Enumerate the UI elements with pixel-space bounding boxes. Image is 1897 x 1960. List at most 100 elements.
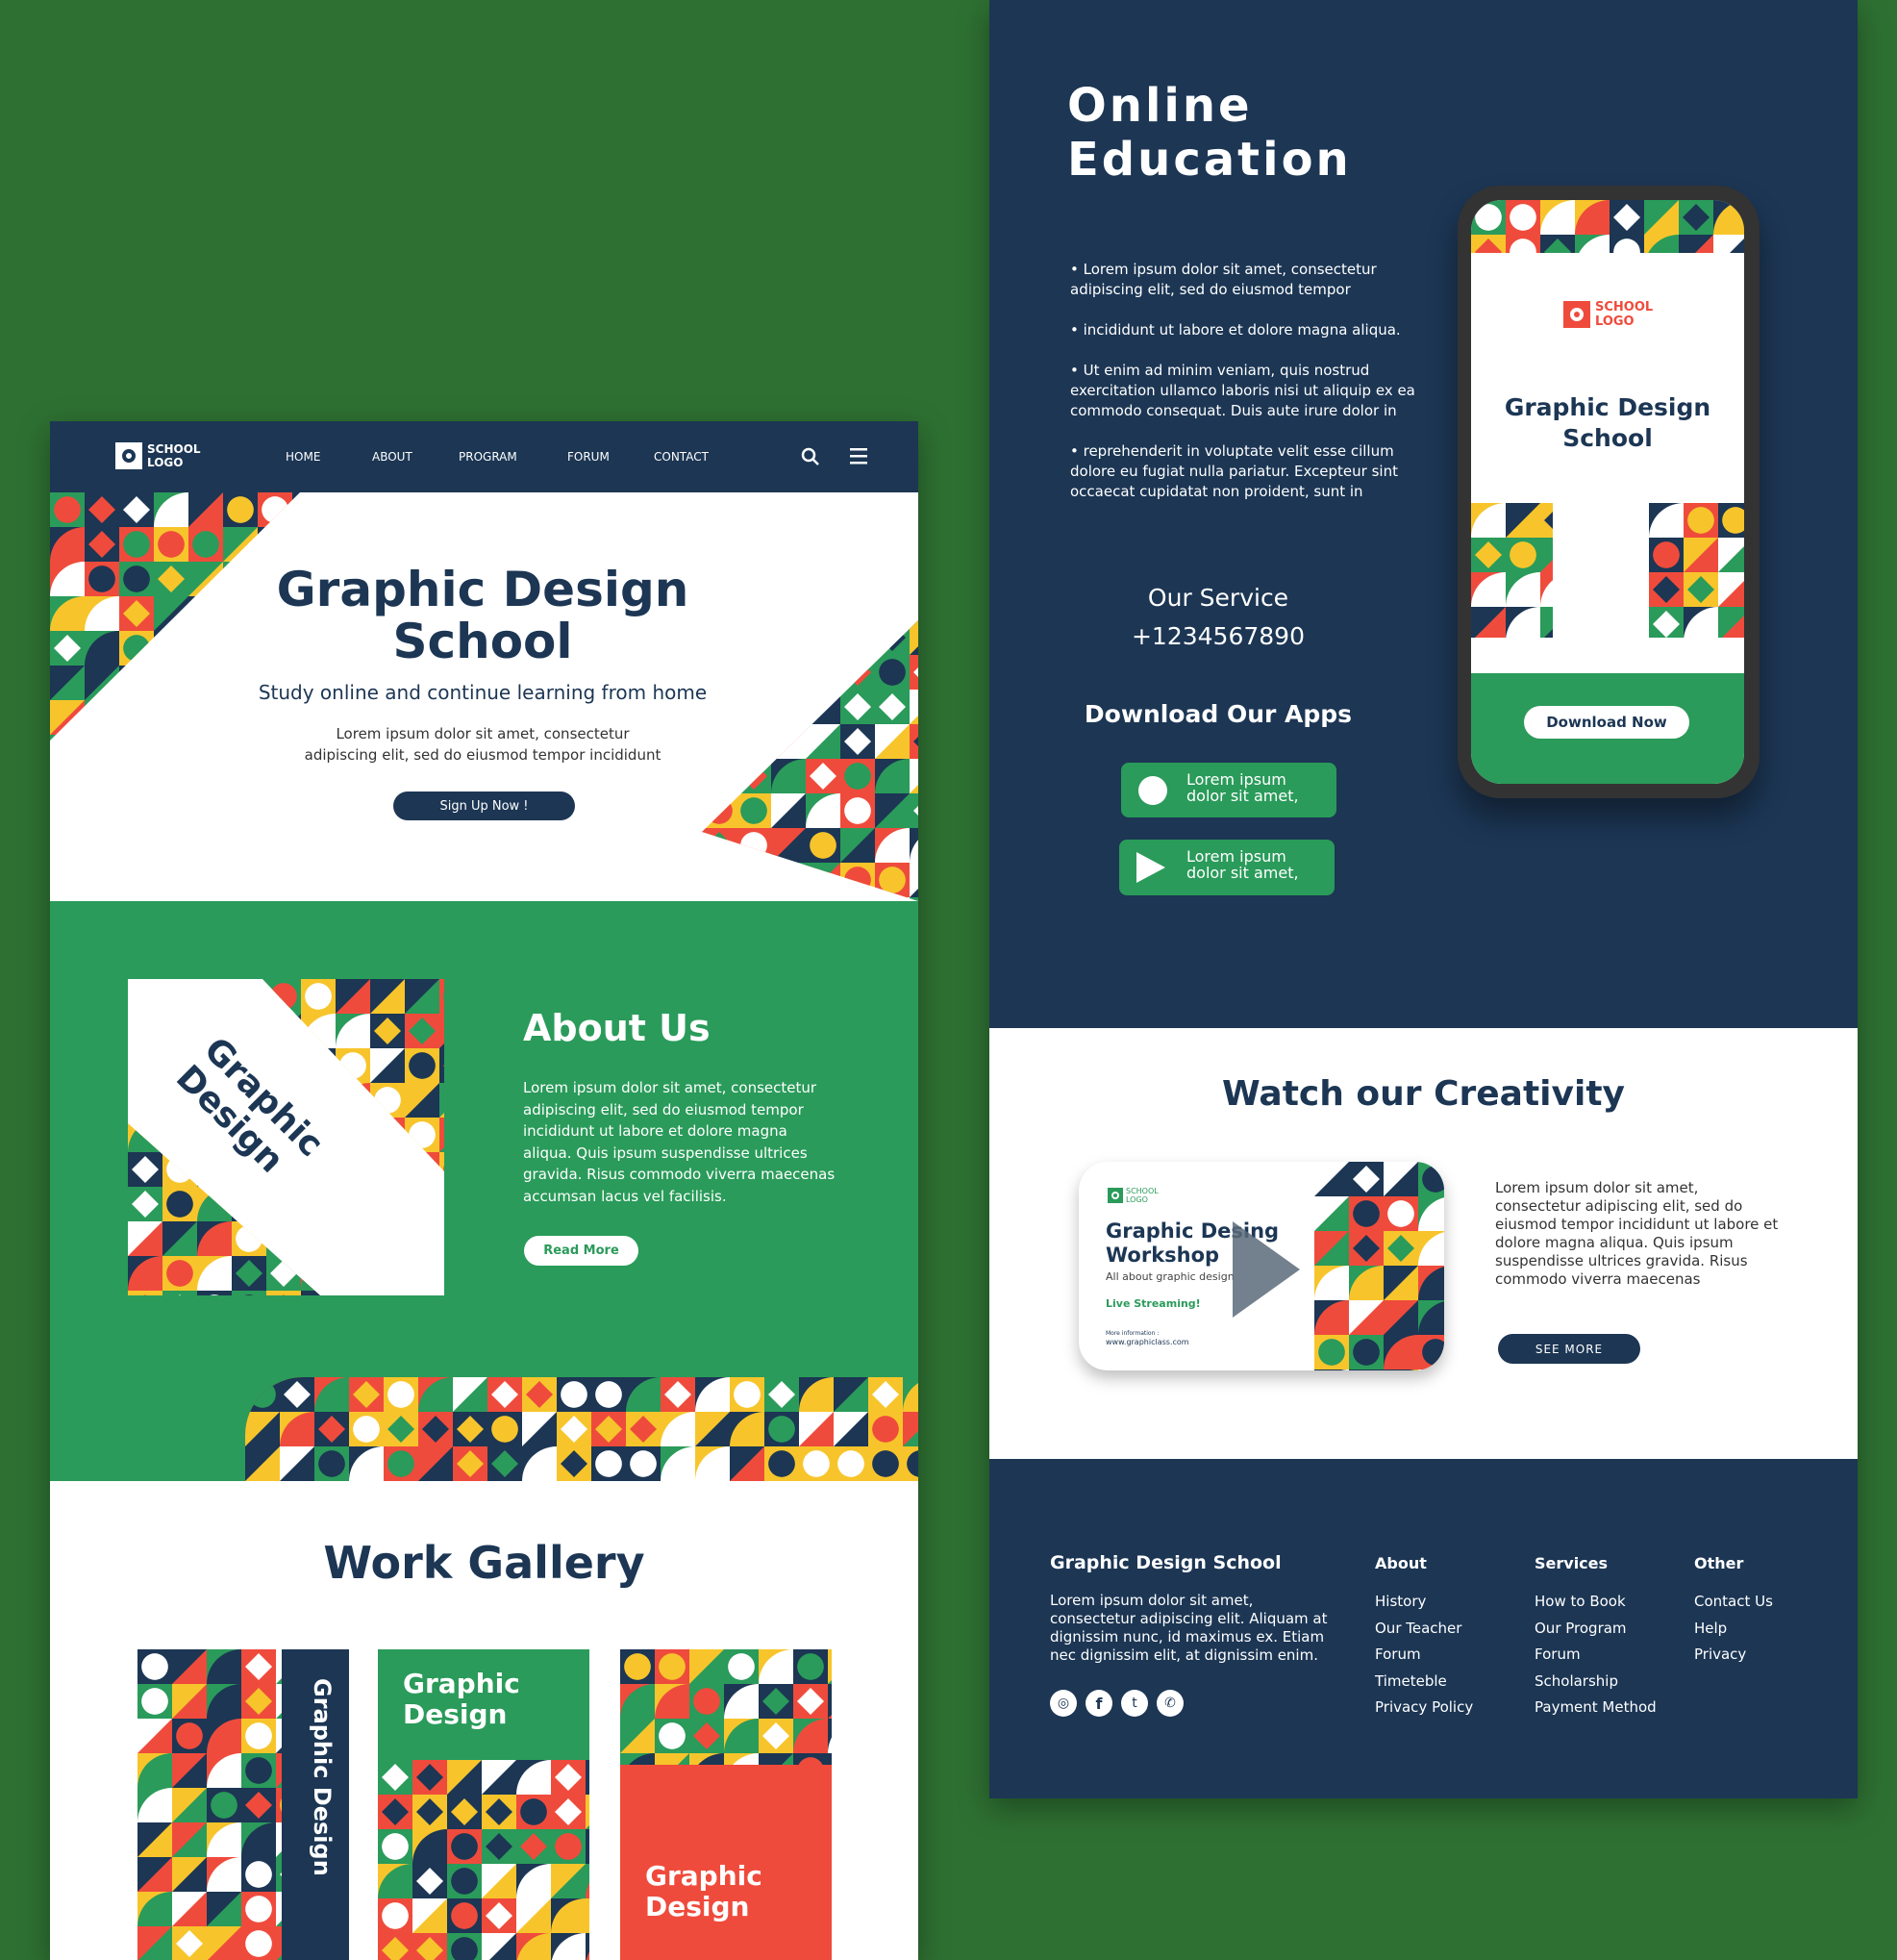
gallery-card[interactable]: Graphic Design — [378, 1649, 589, 1960]
pattern-tile — [771, 620, 806, 655]
footer-link[interactable]: Timeteble — [1375, 1672, 1447, 1690]
pattern-shape — [245, 1861, 272, 1888]
pattern-shape — [728, 1653, 755, 1680]
footer-link[interactable]: Help — [1694, 1620, 1727, 1637]
instagram-icon[interactable]: ◎ — [1050, 1690, 1077, 1717]
play-store-button[interactable]: Lorem ipsum dolor sit amet, — [1119, 840, 1335, 895]
search-icon[interactable] — [800, 446, 821, 467]
pattern-shape — [339, 1087, 366, 1114]
footer-link[interactable]: Contact Us — [1694, 1593, 1773, 1610]
pattern-tile — [586, 1898, 589, 1933]
hamburger-menu-icon[interactable] — [850, 446, 869, 465]
logo-mark-icon — [1563, 301, 1590, 328]
whatsapp-icon[interactable]: ✆ — [1157, 1690, 1184, 1717]
social-icons: ◎ f t ✆ — [1050, 1690, 1184, 1717]
footer-link[interactable]: Our Teacher — [1375, 1620, 1461, 1637]
pattern-shape — [561, 1381, 587, 1408]
footer-link[interactable]: Scholarship — [1535, 1672, 1618, 1690]
pattern-shape — [768, 1416, 795, 1443]
footer-link[interactable]: Forum — [1375, 1646, 1421, 1663]
pattern-shape — [409, 1018, 436, 1044]
footer-link[interactable]: History — [1375, 1593, 1426, 1610]
app-store-button[interactable]: Lorem ipsum dolor sit amet, — [1121, 763, 1336, 817]
pattern-shape — [443, 983, 444, 1010]
see-more-button[interactable]: SEE MORE — [1498, 1334, 1640, 1364]
pattern-shape — [451, 1902, 478, 1929]
footer-link[interactable]: Privacy — [1694, 1646, 1746, 1663]
video-card[interactable]: SCHOOL LOGO Graphic Desing Workshop All ab… — [1079, 1162, 1444, 1370]
play-icon[interactable] — [1233, 1221, 1300, 1318]
screen-pattern — [1649, 503, 1744, 638]
pattern-tile — [736, 863, 771, 897]
read-more-button[interactable]: Read More — [524, 1236, 638, 1266]
pattern-tile — [370, 1083, 405, 1118]
pattern-shape — [439, 1256, 444, 1291]
pattern-shape — [828, 1649, 832, 1684]
card-text: Graphic Design — [403, 1668, 520, 1730]
pattern-shape — [844, 763, 871, 790]
nav-forum[interactable]: FORUM — [567, 450, 610, 464]
footer-link[interactable]: Payment Method — [1535, 1698, 1657, 1716]
footer-link[interactable]: Privacy Policy — [1375, 1698, 1473, 1716]
nav-about[interactable]: ABOUT — [372, 450, 412, 464]
pattern-shape — [158, 635, 185, 662]
footer-link[interactable]: Forum — [1535, 1646, 1581, 1663]
card-text: Graphic Design — [309, 1678, 336, 1876]
pattern-tile — [439, 1152, 444, 1187]
pattern-tile — [405, 1014, 439, 1048]
pattern-tile — [405, 1291, 439, 1295]
pattern-shape — [443, 1121, 444, 1148]
pattern-shape — [141, 1653, 168, 1680]
pattern-shape — [879, 867, 906, 893]
pattern-tile — [439, 1048, 444, 1083]
pattern-shape — [88, 739, 115, 741]
nav-program[interactable]: PROGRAM — [459, 450, 517, 464]
pattern-tile — [370, 1048, 405, 1083]
pattern-shape — [451, 1868, 478, 1895]
gallery-card[interactable]: Graphic Design — [620, 1649, 832, 1960]
gallery-card[interactable]: Graphic Design — [137, 1649, 349, 1960]
pattern-shape — [162, 979, 197, 1014]
pattern-tile — [119, 700, 154, 735]
phone-screen: SCHOOL LOGO Graphic Design School Download… — [1471, 200, 1744, 784]
pattern-shape — [837, 1450, 864, 1477]
pattern-shape — [706, 797, 733, 824]
pattern-shape — [740, 867, 767, 893]
facebook-icon[interactable]: f — [1086, 1690, 1112, 1717]
pattern-shape — [405, 1291, 439, 1295]
pattern-shape — [1510, 204, 1536, 231]
pattern-shape — [520, 1798, 547, 1825]
pattern-tile — [840, 620, 875, 655]
pattern-shape — [301, 1291, 320, 1295]
pattern-shape — [439, 1083, 444, 1118]
pattern-shape — [262, 531, 288, 558]
online-education-title: Online Education — [1067, 79, 1352, 187]
pattern-shape — [810, 832, 836, 859]
pattern-shape — [336, 1291, 370, 1295]
pattern-tile — [232, 979, 266, 1014]
pattern-shape — [451, 1833, 478, 1860]
pattern-shape — [439, 1014, 444, 1048]
pattern-tile — [439, 1187, 444, 1221]
logo-mark-icon — [1108, 1188, 1123, 1203]
service-phone[interactable]: +1234567890 — [1074, 622, 1362, 650]
pattern-shape — [270, 1018, 297, 1044]
sign-up-button[interactable]: Sign Up Now ! — [393, 792, 575, 820]
pattern-shape — [123, 531, 150, 558]
nav-home[interactable]: HOME — [286, 450, 320, 464]
pattern-shape — [197, 1152, 232, 1187]
pattern-shape — [166, 1123, 193, 1148]
pattern-tile — [439, 1118, 444, 1152]
pattern-shape — [236, 1225, 262, 1252]
twitter-icon[interactable]: t — [1121, 1690, 1148, 1717]
school-logo[interactable]: SCHOOL LOGO — [115, 442, 201, 469]
pattern-tile — [439, 1083, 444, 1118]
nav-contact[interactable]: CONTACT — [654, 450, 709, 464]
pattern-shape — [1318, 1339, 1345, 1366]
footer-link[interactable]: Our Program — [1535, 1620, 1627, 1637]
pattern-tile — [405, 1048, 439, 1083]
hero-subtitle: Study online and continue learning from … — [258, 681, 708, 704]
footer-link[interactable]: How to Book — [1535, 1593, 1626, 1610]
pattern-shape — [158, 704, 185, 731]
download-now-button[interactable]: Download Now — [1524, 706, 1689, 739]
